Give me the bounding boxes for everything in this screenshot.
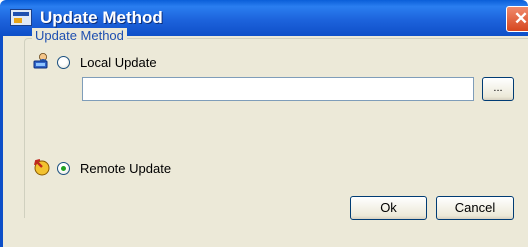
ok-button[interactable]: Ok [350,196,427,220]
remote-update-radio[interactable] [57,162,70,175]
app-window-icon [10,9,32,26]
close-button[interactable]: ✕ [506,6,528,32]
update-method-dialog: Update Method ✕ Update Method Local Upda… [0,0,528,247]
cancel-button[interactable]: Cancel [436,196,514,220]
remote-update-label[interactable]: Remote Update [80,161,171,176]
local-update-radio[interactable] [57,56,70,69]
user-computer-icon [33,53,48,69]
remote-update-icon [34,159,50,176]
group-label: Update Method [32,28,127,43]
window-title: Update Method [40,8,163,27]
local-path-input[interactable] [82,77,474,101]
browse-button[interactable]: ... [482,77,514,101]
local-update-label[interactable]: Local Update [80,55,157,70]
